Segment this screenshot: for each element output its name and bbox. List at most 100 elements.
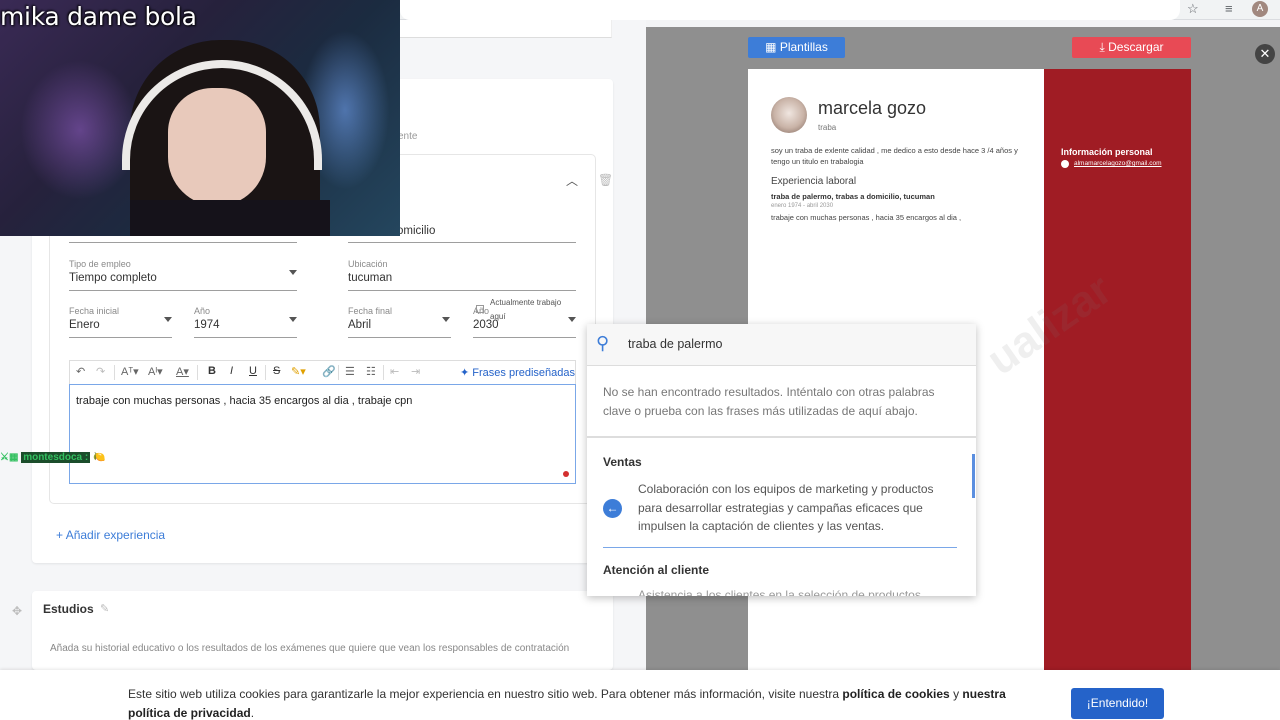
webcam-overlay: mika dame bola [0, 0, 400, 236]
job-type-chevron-down-icon[interactable] [289, 270, 297, 275]
undo-icon[interactable]: ↶ [76, 365, 85, 378]
add-experience-link[interactable]: + Añadir experiencia [56, 528, 165, 542]
bold-icon[interactable]: B [208, 365, 216, 377]
stream-chat-message: ⚔▦ montesdoca : 🍋 [0, 452, 105, 463]
job-type-underline [69, 290, 297, 291]
resume-summary: soy un traba de exlente calidad , me ded… [771, 146, 1018, 166]
spellcheck-indicator [563, 471, 569, 477]
cookie-policy-link[interactable]: política de cookies [842, 687, 949, 701]
strikethrough-icon[interactable]: S [273, 365, 280, 377]
toolbar-divider [265, 365, 266, 380]
cookie-text-start: Este sitio web utiliza cookies para gara… [128, 687, 843, 701]
education-description: Añada su historial educativo o los resul… [50, 643, 570, 654]
current-job-label: Actualmente trabajo aquí [490, 298, 562, 321]
add-experience-label: Añadir experiencia [65, 528, 166, 542]
numbered-list-icon[interactable]: ☷ [366, 365, 376, 378]
end-month-select[interactable]: Abril [348, 319, 371, 331]
stream-title: mika dame bola [0, 2, 197, 31]
job-type-select[interactable]: Tiempo completo [69, 272, 157, 284]
toolbar-divider [197, 365, 198, 380]
dropdown-divider [587, 436, 976, 438]
phrase-divider [603, 547, 957, 548]
phrase-suggestion[interactable]: Colaboración con los equipos de marketin… [638, 480, 958, 536]
address-bar[interactable] [400, 0, 1180, 20]
light-glow [20, 60, 140, 200]
link-icon[interactable]: 🔗 [322, 365, 336, 378]
font-size-down-icon[interactable]: Aᴵ▾ [148, 365, 163, 378]
drag-handle-icon[interactable]: ✥ [12, 604, 22, 618]
top-field[interactable] [400, 20, 612, 38]
dropdown-scrollbar[interactable] [972, 454, 975, 498]
start-year-underline [194, 337, 297, 338]
education-card [32, 591, 613, 670]
download-button[interactable]: ⤓ Descargar [1072, 37, 1191, 58]
cookie-text-end: . [250, 706, 255, 720]
cookie-text-mid: y [949, 687, 963, 701]
bookmark-star-icon[interactable]: ☆ [1187, 1, 1199, 17]
resume-email: almamarcelagozo@gmail.com [1074, 160, 1162, 167]
indent-icon[interactable]: ⇥ [411, 365, 420, 378]
templates-button[interactable]: ▦ Plantillas [748, 37, 845, 58]
section-hint: ente [398, 131, 418, 142]
end-year-underline [473, 337, 576, 338]
start-year-chevron-down-icon[interactable] [289, 317, 297, 322]
resume-experience-heading: Experiencia laboral [771, 176, 857, 187]
edit-pencil-icon[interactable]: ✎ [100, 602, 109, 615]
location-label: Ubicación [348, 259, 388, 269]
location-underline [348, 290, 576, 291]
profile-avatar[interactable]: A [1252, 1, 1268, 17]
insert-arrow-icon[interactable]: ← [603, 499, 622, 518]
trash-icon[interactable]: 🗑 [598, 173, 613, 187]
education-title: Estudios [43, 602, 94, 616]
toolbar-divider [383, 365, 384, 380]
no-results-message: No se han encontrado resultados. Inténta… [603, 385, 935, 418]
highlight-icon[interactable]: ✎▾ [291, 365, 306, 378]
start-year-select[interactable]: 1974 [194, 319, 220, 331]
toolbar-divider [338, 365, 339, 380]
streamer-shirt [130, 200, 330, 236]
resume-personal-info-heading: Información personal [1061, 147, 1153, 157]
description-editor[interactable]: trabaje con muchas personas , hacia 35 e… [69, 384, 576, 484]
end-date-label: Fecha final [348, 306, 393, 316]
start-year-label: Año [194, 306, 211, 316]
category-atencion-cliente: Atención al cliente [603, 563, 710, 577]
location-input[interactable]: tucuman [348, 272, 392, 284]
description-text[interactable]: trabaje con muchas personas , hacia 35 e… [76, 395, 412, 407]
reading-list-icon[interactable]: ≡ [1225, 1, 1233, 16]
chat-badge-icon: ⚔▦ [0, 452, 22, 463]
phrase-search-box[interactable]: ⚲ traba de palermo [587, 324, 976, 366]
start-month-chevron-down-icon[interactable] [164, 317, 172, 322]
text-color-icon[interactable]: A▾ [176, 365, 189, 378]
chat-username: montesdoca : [21, 452, 91, 463]
phrase-suggestion[interactable]: Asistencia a los clientes en la selecció… [638, 588, 921, 596]
download-button-label: Descargar [1108, 40, 1164, 54]
resume-name: marcela gozo [818, 98, 927, 118]
lemon-emoji: 🍋 [93, 452, 106, 463]
collapse-chevron-icon[interactable]: ︿ [566, 172, 578, 189]
phrase-search-input[interactable]: traba de palermo [628, 337, 723, 351]
end-month-chevron-down-icon[interactable] [442, 317, 450, 322]
toolbar-divider [114, 365, 115, 380]
start-date-label: Fecha inicial [69, 306, 120, 316]
underline-icon[interactable]: U [249, 365, 257, 377]
close-icon[interactable]: ✕ [1255, 44, 1275, 64]
employer-value-fragment: omicilio [397, 225, 436, 237]
prewritten-phrases-label: Frases prediseñadas [472, 367, 576, 379]
phrase-suggestions-dropdown: ⚲ traba de palermo No se han encontrado … [587, 324, 976, 596]
resume-photo [771, 97, 807, 133]
job-title-underline [69, 242, 297, 243]
download-icon: ⤓ [1099, 40, 1109, 54]
grid-icon: ▦ [765, 40, 780, 54]
redo-icon[interactable]: ↷ [96, 365, 105, 378]
templates-button-label: Plantillas [779, 40, 828, 54]
font-size-up-icon[interactable]: Aᵀ▾ [121, 365, 139, 378]
prewritten-phrases-button[interactable]: ✦ Frases prediseñadas [460, 366, 575, 379]
bullet-list-icon[interactable]: ☰ [345, 365, 355, 378]
italic-icon[interactable]: I [230, 365, 233, 377]
end-month-underline [348, 337, 451, 338]
resume-job-description: trabaje con muchas personas , hacia 35 e… [771, 213, 962, 222]
outdent-icon[interactable]: ⇤ [390, 365, 399, 378]
current-job-checkbox[interactable] [476, 305, 484, 313]
start-month-select[interactable]: Enero [69, 319, 100, 331]
accept-cookies-button[interactable]: ¡Entendido! [1071, 688, 1164, 719]
